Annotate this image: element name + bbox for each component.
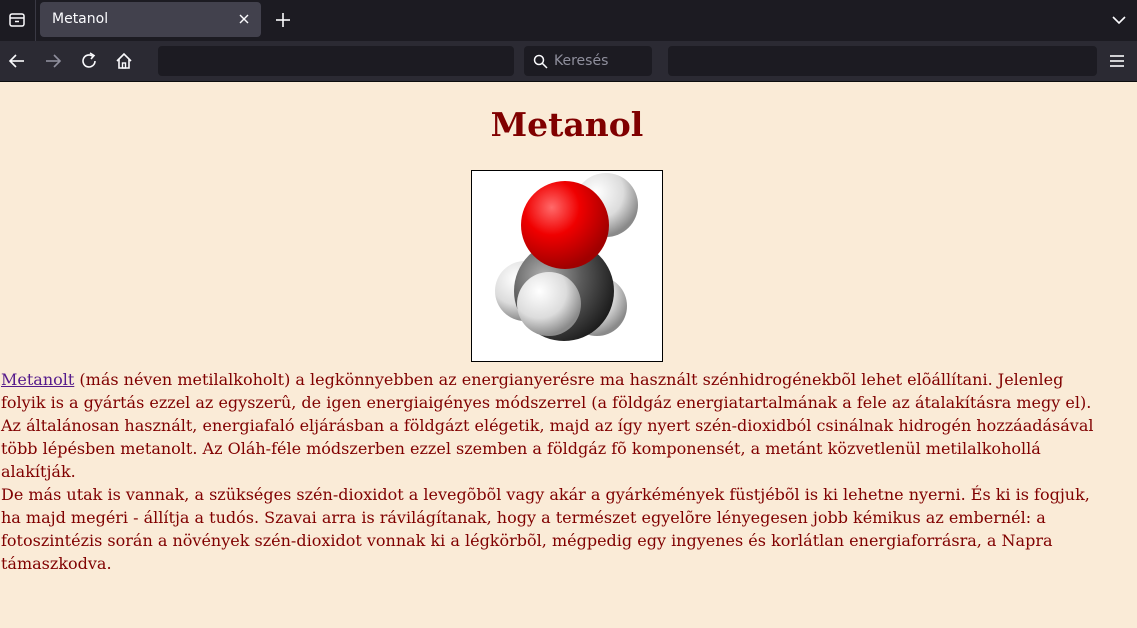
tab-title: Metanol bbox=[52, 11, 109, 27]
back-arrow-icon[interactable] bbox=[6, 50, 28, 72]
navigation-toolbar bbox=[0, 41, 1137, 82]
molecule-model-graphic bbox=[495, 173, 638, 341]
chevron-down-icon[interactable] bbox=[1109, 10, 1129, 30]
tab-separator bbox=[35, 0, 36, 41]
methanol-link[interactable]: Metanolt bbox=[1, 370, 74, 389]
firefox-view-icon bbox=[9, 13, 25, 27]
hydrogen-atom bbox=[517, 272, 581, 336]
url-bar[interactable] bbox=[158, 46, 514, 76]
home-icon[interactable] bbox=[113, 50, 135, 72]
reload-icon[interactable] bbox=[78, 50, 100, 72]
oxygen-atom bbox=[521, 181, 609, 269]
forward-arrow-icon[interactable] bbox=[42, 50, 64, 72]
page-content: Metanol Metanolt (más néven metilalkohol… bbox=[0, 82, 1137, 628]
hamburger-menu-icon[interactable] bbox=[1107, 51, 1127, 71]
article-text: Metanolt (más néven metilalkoholt) a leg… bbox=[1, 368, 1101, 575]
paragraph-2-text: Az általánosan használt, energiafaló elj… bbox=[1, 416, 1094, 481]
paragraph-3-text: De más utak is vannak, a szükséges szén-… bbox=[1, 485, 1090, 573]
browser-titlebar: Metanol bbox=[0, 0, 1137, 41]
page-title: Metanol bbox=[490, 105, 644, 144]
search-input[interactable] bbox=[554, 50, 646, 72]
new-tab-plus-icon[interactable] bbox=[272, 9, 294, 31]
search-icon bbox=[533, 54, 548, 69]
search-bar[interactable] bbox=[524, 46, 652, 76]
close-tab-icon[interactable] bbox=[237, 12, 251, 26]
methanol-molecule-image bbox=[471, 170, 663, 362]
paragraph-1-text: (más néven metilalkoholt) a legkönnyebbe… bbox=[1, 370, 1092, 412]
tab-active[interactable]: Metanol bbox=[40, 2, 261, 37]
toolbar-field[interactable] bbox=[668, 46, 1097, 76]
firefox-view-button[interactable] bbox=[0, 4, 34, 36]
